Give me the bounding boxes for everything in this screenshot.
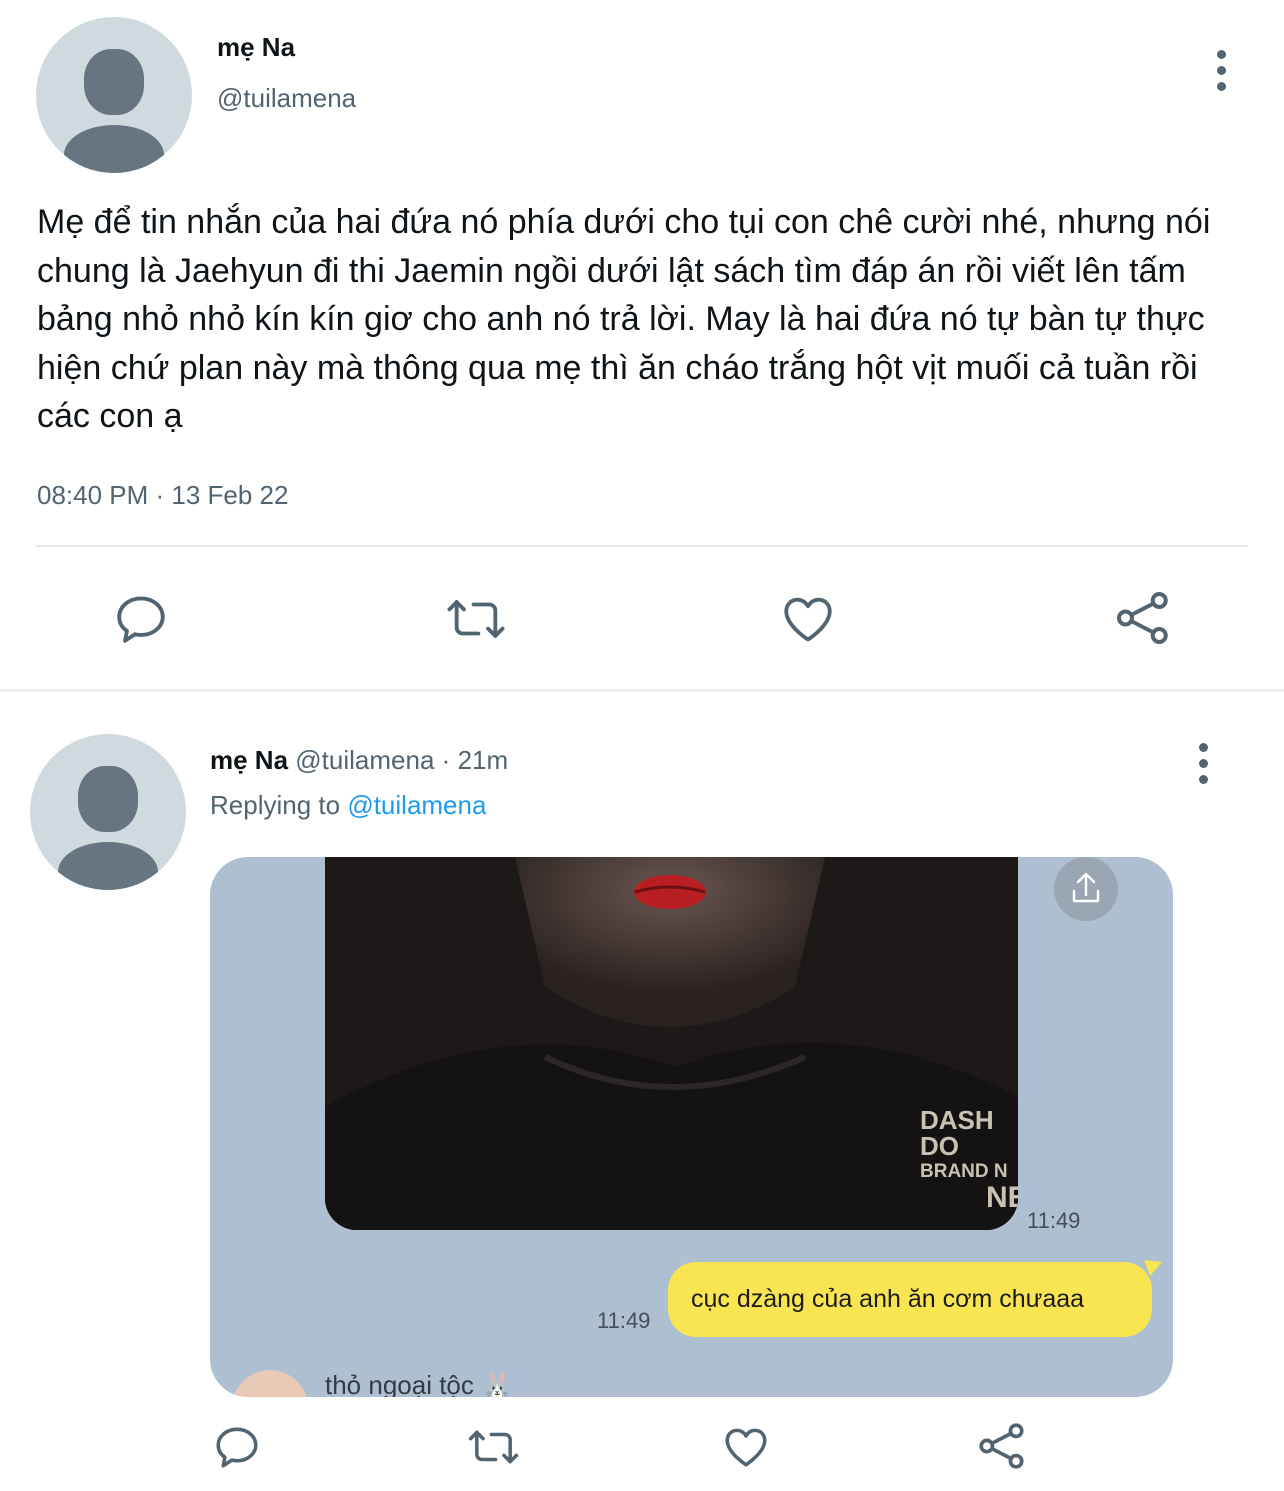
author-avatar[interactable] [36,17,192,173]
reply-age[interactable]: 21m [458,745,509,775]
media-share-button[interactable] [1054,857,1118,921]
replying-to: Replying to @tuilamena [210,790,486,821]
watermark-line-2: BRAND N [920,1161,1008,1182]
avatar-body-shape [64,125,164,173]
avatar-head-shape [78,766,138,832]
tweet-text: Mẹ để tin nhắn của hai đứa nó phía dưới … [37,203,1211,435]
avatar-body-shape [58,842,158,890]
watermark-line-1: DASH DO [920,1105,994,1161]
chat-bubble: cục dzàng của anh ăn cơm chưaaa [668,1262,1152,1337]
photo-watermark: DASH DO BRAND N NE [920,1107,1018,1213]
share-icon[interactable] [1113,588,1173,648]
bubble-tail [1144,1260,1162,1276]
watermark-line-3: NE [986,1181,1018,1214]
next-sender-avatar [232,1370,308,1397]
replying-prefix: Replying to [210,790,341,820]
reply-author-avatar[interactable] [30,734,186,890]
author-handle[interactable]: @tuilamena [217,83,356,114]
bubble-timestamp: 11:49 [597,1308,651,1333]
photo-timestamp: 11:49 [1027,1208,1081,1233]
reply-header: mẹ Na @tuilamena · 21m [210,745,508,776]
replying-handle-link[interactable]: @tuilamena [347,790,486,820]
like-icon[interactable] [721,1422,771,1472]
reply-author-handle[interactable]: @tuilamena [295,745,434,775]
tweet-timestamp[interactable]: 08:40 PM · 13 Feb 22 [37,480,288,511]
share-icon[interactable] [976,1420,1028,1472]
dot-separator: · [441,745,451,775]
author-name[interactable]: mẹ Na [217,32,295,63]
reply-icon[interactable] [112,590,170,648]
reply-icon[interactable] [212,1422,262,1472]
chat-photo[interactable]: DASH DO BRAND N NE [325,857,1018,1230]
tweet-media-image[interactable]: DASH DO BRAND N NE 11:49 11:49 cục dzàng… [210,857,1173,1397]
reply-more-options-icon[interactable] [1197,743,1209,791]
retweet-icon[interactable] [444,590,508,648]
next-sender-name: thỏ ngoại tộc 🐰 [325,1370,514,1397]
like-icon[interactable] [779,590,837,648]
reply-author-name[interactable]: mẹ Na [210,745,288,775]
more-options-icon[interactable] [1215,50,1227,98]
avatar-head-shape [84,49,144,115]
section-separator [0,689,1284,692]
retweet-icon[interactable] [466,1422,521,1472]
divider [36,545,1248,547]
